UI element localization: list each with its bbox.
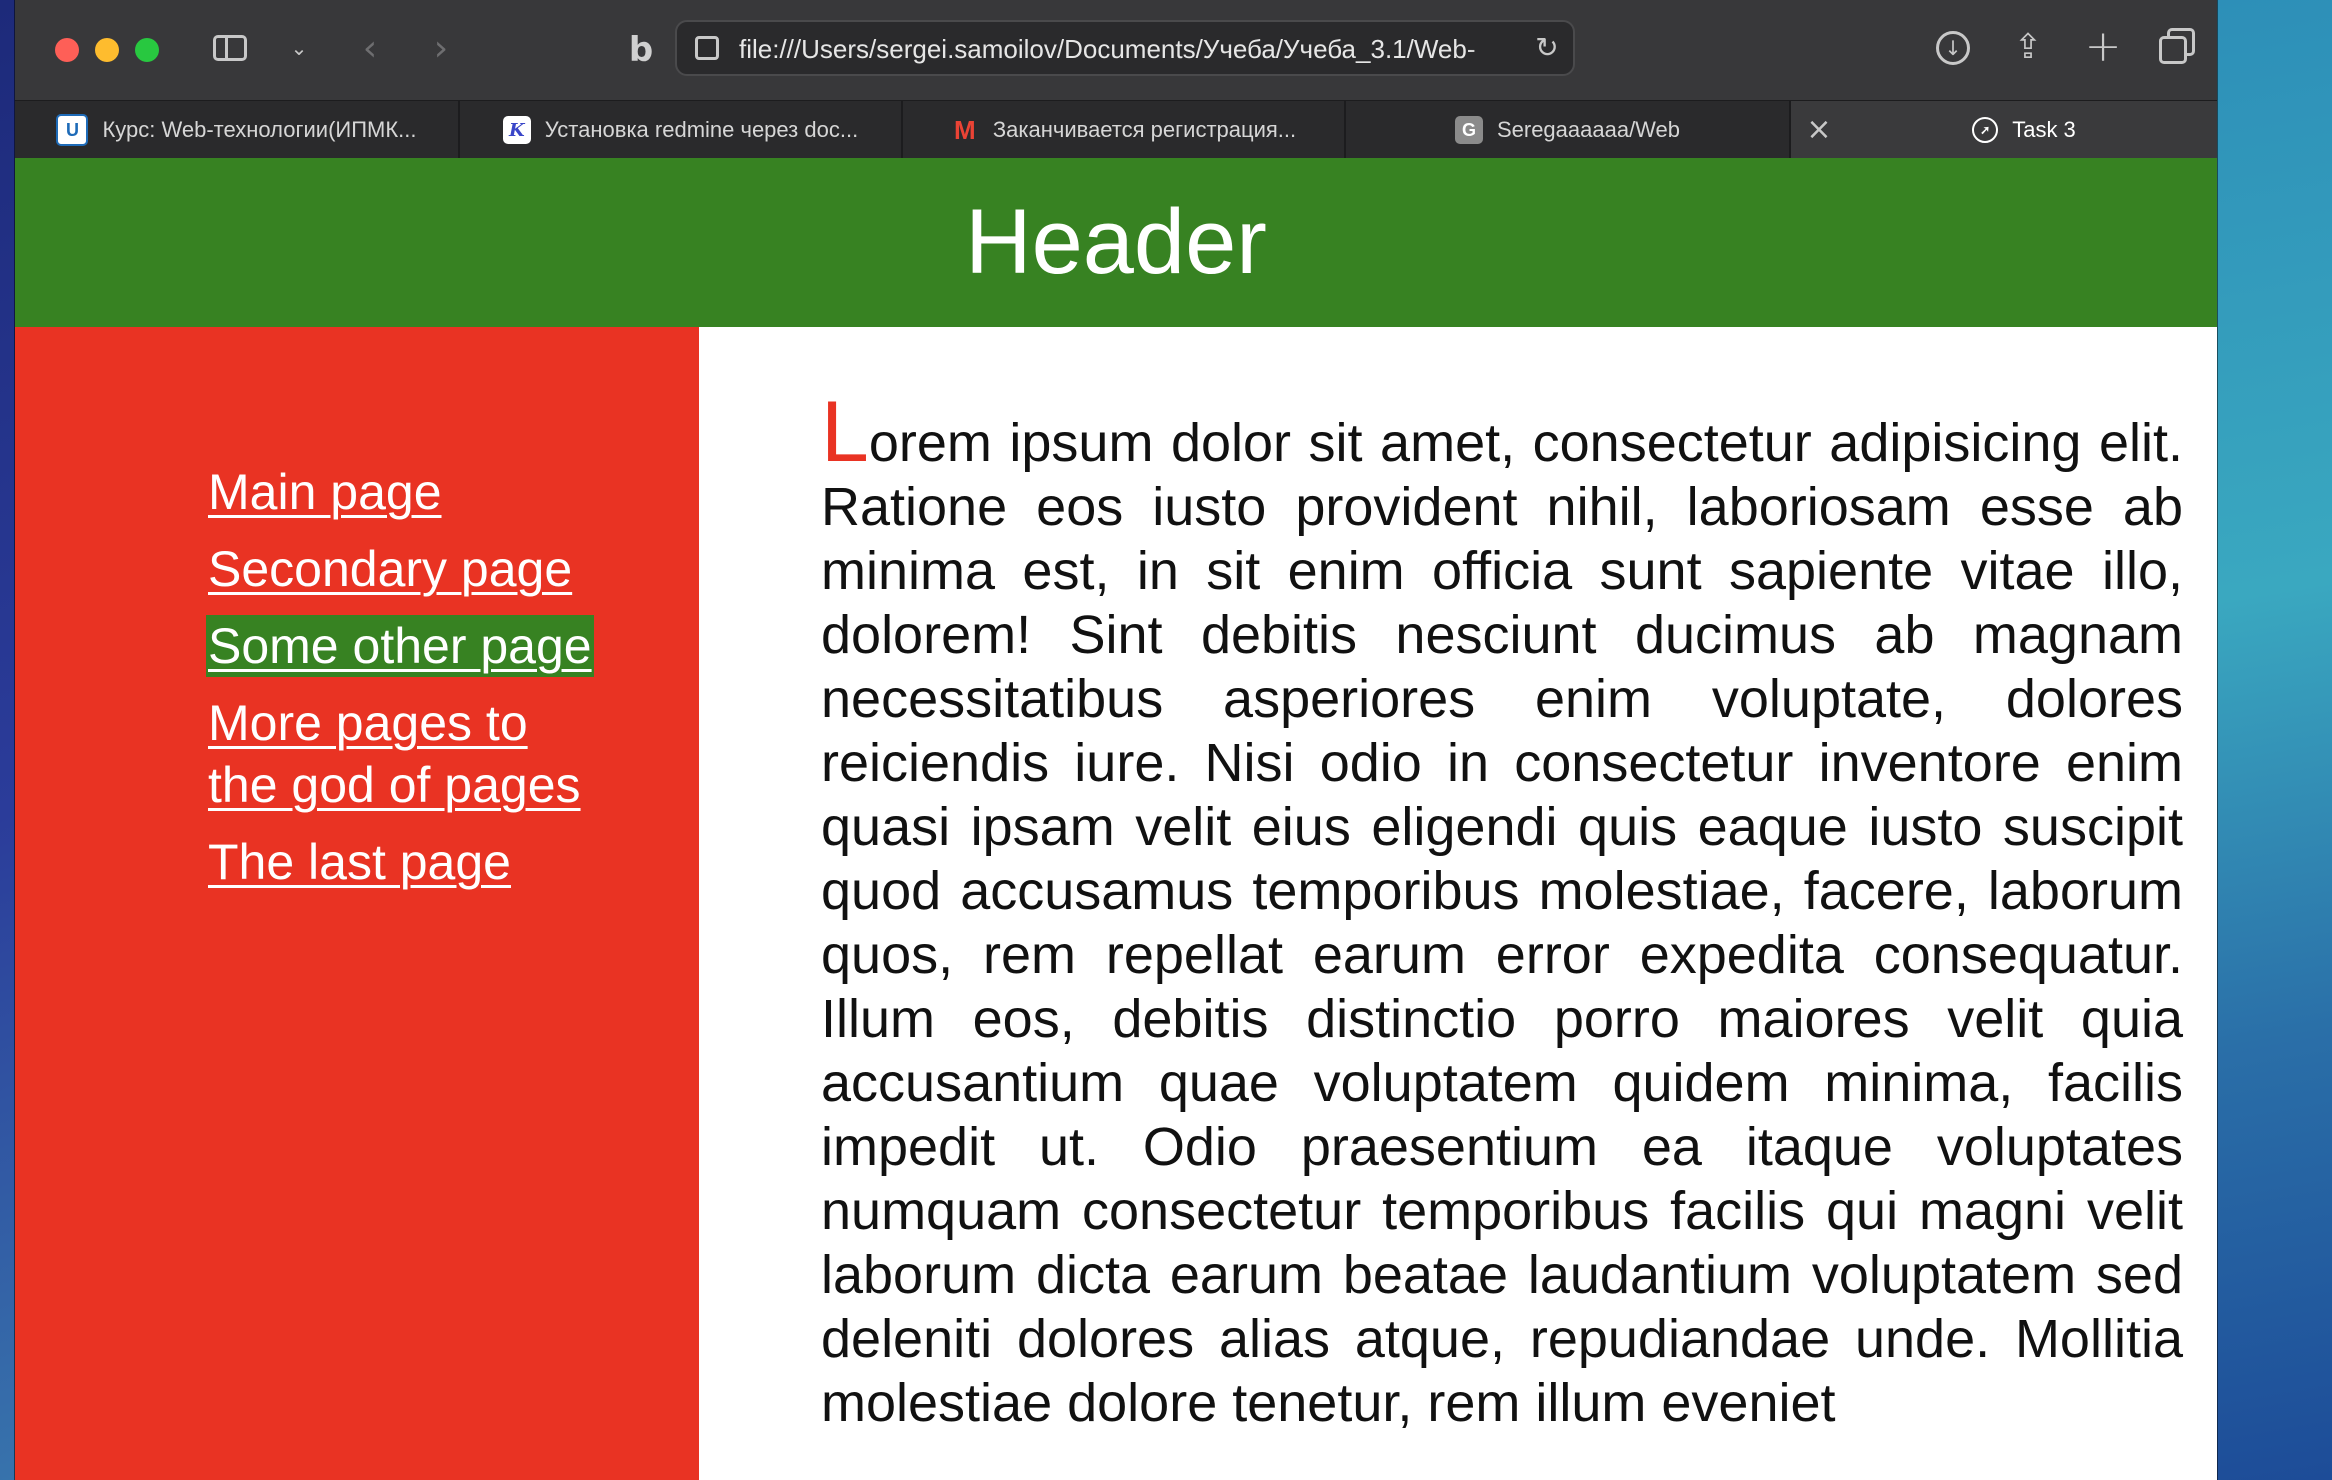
page-header: Header — [15, 158, 2217, 327]
nav-link-more-pages[interactable]: More pages to the god of pages — [208, 692, 581, 816]
tab-task-3[interactable]: ➚ Task 3 — [1791, 101, 2217, 159]
back-arrow-icon[interactable]: ‹ — [352, 26, 388, 70]
close-tab-icon[interactable]: × — [1799, 100, 1839, 158]
address-bar[interactable]: file:///Users/sergei.samoilov/Documents/… — [675, 20, 1575, 76]
nav-link-last-page[interactable]: The last page — [208, 831, 511, 893]
browser-toolbar: ⌄ ‹ › b file:///Users/sergei.samoilov/Do… — [15, 0, 2217, 100]
nav-link-some-other-page[interactable]: Some other page — [206, 615, 594, 677]
nav-link-line: More pages to — [208, 695, 528, 751]
zoom-window-button[interactable] — [135, 38, 159, 62]
tab-label: Seregaaaaaa/Web — [1496, 117, 1681, 142]
nav-link-secondary-page[interactable]: Secondary page — [208, 538, 572, 600]
sidebar-toggle-icon[interactable] — [210, 30, 250, 66]
web-page: Header Main page Secondary page Some oth… — [15, 158, 2217, 1480]
tab-label: Курс: Web-технологии(ИПМК... — [102, 117, 417, 142]
nav-link-main-page[interactable]: Main page — [208, 461, 442, 523]
nav-sidebar: Main page Secondary page Some other page… — [15, 327, 699, 1480]
address-text[interactable]: file:///Users/sergei.samoilov/Documents/… — [739, 34, 1529, 65]
tab-label: Task 3 — [2012, 117, 2076, 142]
tab-gmail[interactable]: M Заканчивается регистрация... — [903, 101, 1346, 159]
share-icon[interactable]: ⇪ — [2008, 24, 2048, 70]
download-icon[interactable]: ↓ — [1933, 28, 1973, 68]
tab-overview-icon[interactable] — [2157, 28, 2197, 68]
tab-redmine[interactable]: K Установка redmine через doc... — [460, 101, 903, 159]
forward-arrow-icon[interactable]: › — [423, 26, 459, 70]
github-icon: G — [1454, 116, 1483, 144]
tab-label: Заканчивается регистрация... — [992, 117, 1297, 142]
main-content-paragraph: Lorem ipsum dolor sit amet, consectetur … — [821, 389, 2183, 1435]
k-icon: K — [502, 116, 531, 144]
u-icon: U — [56, 114, 89, 146]
browser-window: ⌄ ‹ › b file:///Users/sergei.samoilov/Do… — [15, 0, 2217, 1480]
minimize-window-button[interactable] — [95, 38, 119, 62]
nav-link-line: the god of pages — [208, 757, 581, 813]
tab-bar: U Курс: Web-технологии(ИПМК... K Установ… — [15, 100, 2217, 159]
reload-icon[interactable]: ↻ — [1531, 32, 1563, 64]
tab-github[interactable]: G Seregaaaaaa/Web — [1346, 101, 1791, 159]
desktop-wallpaper — [2216, 0, 2332, 1480]
drop-cap-letter: L — [821, 384, 869, 480]
paragraph-text: orem ipsum dolor sit amet, consectetur a… — [821, 413, 2183, 1433]
close-window-button[interactable] — [55, 38, 79, 62]
tab-label: Установка redmine через doc... — [544, 117, 859, 142]
bing-icon[interactable]: b — [623, 28, 659, 72]
chevron-down-icon[interactable]: ⌄ — [287, 32, 311, 64]
new-tab-plus-icon[interactable]: + — [2083, 21, 2123, 72]
compass-icon: ➚ — [1972, 117, 1999, 143]
page-settings-icon[interactable] — [695, 36, 719, 60]
gmail-icon: M — [954, 114, 976, 145]
tab-course[interactable]: U Курс: Web-технологии(ИПМК... — [15, 101, 460, 159]
